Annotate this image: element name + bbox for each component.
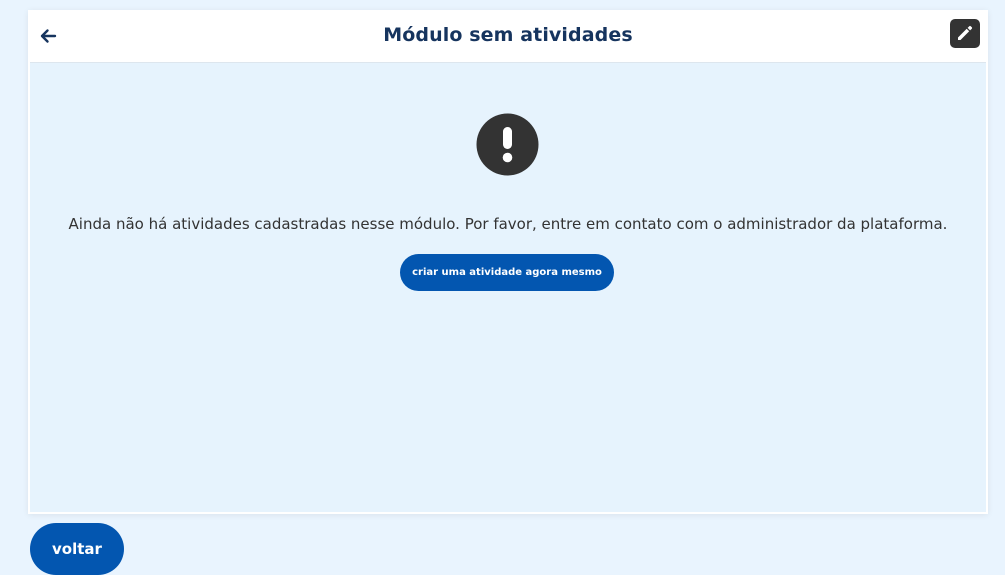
page-title: Módulo sem atividades [383, 24, 633, 46]
empty-state-message: Ainda não há atividades cadastradas ness… [68, 215, 948, 233]
card-header: Módulo sem atividades [30, 12, 986, 63]
edit-button[interactable] [950, 19, 980, 48]
back-button[interactable]: voltar [30, 523, 124, 575]
module-card: Módulo sem atividades Ainda não há ativi… [28, 10, 988, 514]
exclamation-circle-icon [476, 113, 539, 176]
create-activity-button[interactable]: criar uma atividade agora mesmo [400, 254, 614, 291]
pencil-icon [958, 25, 973, 40]
